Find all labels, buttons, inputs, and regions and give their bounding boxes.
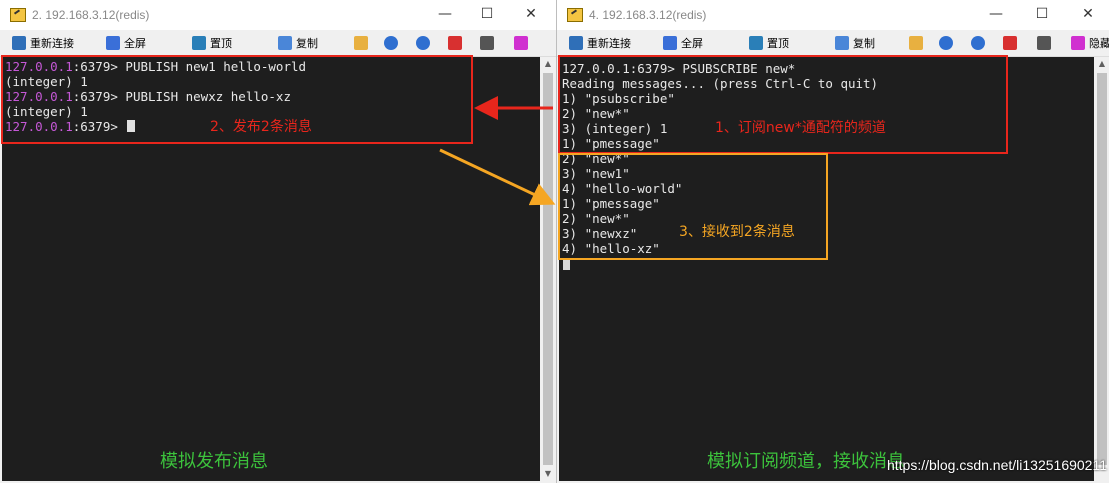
zoom-in-icon	[384, 36, 398, 50]
scrollbar[interactable]: ▲	[1095, 57, 1109, 481]
annotation-subscribe: 1、订阅new*通配符的频道	[715, 120, 886, 136]
print-button[interactable]	[1037, 34, 1051, 52]
caption-publish: 模拟发布消息	[160, 451, 268, 472]
save-button[interactable]	[1003, 34, 1017, 52]
lightning-icon	[514, 36, 528, 50]
scroll-thumb[interactable]	[1097, 73, 1107, 465]
right-terminal-window: 4. 192.168.3.12(redis) — ☐ ✕ 重新连接 全屏 置顶 …	[557, 0, 1109, 483]
left-terminal-window: 2. 192.168.3.12(redis) — ☐ ✕ 重新连接 全屏 置顶 …	[0, 0, 557, 483]
scrollbar[interactable]: ▲ ▼	[541, 57, 555, 481]
copy-button[interactable]: 复制	[835, 34, 875, 52]
maximize-button[interactable]: ☐	[1031, 4, 1053, 24]
edit-icon	[909, 36, 923, 50]
save-button[interactable]	[448, 34, 462, 52]
reconnect-icon	[569, 36, 583, 50]
edit-icon	[354, 36, 368, 50]
zoom-in-button[interactable]	[939, 34, 953, 52]
scroll-thumb[interactable]	[543, 73, 553, 465]
scroll-up-icon[interactable]: ▲	[541, 57, 555, 71]
watermark: https://blog.csdn.net/li13251690211	[886, 457, 1107, 473]
print-button[interactable]	[480, 34, 494, 52]
minimize-button[interactable]: —	[985, 4, 1007, 24]
fullscreen-button[interactable]: 全屏	[106, 34, 146, 52]
edit-icon-button[interactable]	[909, 34, 923, 52]
reconnect-button[interactable]: 重新连接	[569, 34, 631, 52]
fullscreen-icon	[663, 36, 677, 50]
zoom-in-button[interactable]	[384, 34, 398, 52]
copy-icon	[278, 36, 292, 50]
annotation-received: 3、接收到2条消息	[679, 224, 795, 240]
zoom-out-icon	[416, 36, 430, 50]
save-icon	[448, 36, 462, 50]
scroll-up-icon[interactable]: ▲	[1095, 57, 1109, 71]
reconnect-icon	[12, 36, 26, 50]
print-icon	[480, 36, 494, 50]
pin-top-button[interactable]: 置顶	[192, 34, 232, 52]
app-icon	[10, 8, 26, 22]
save-icon	[1003, 36, 1017, 50]
reconnect-button[interactable]: 重新连接	[12, 34, 74, 52]
received-highlight-box	[558, 153, 828, 260]
copy-button[interactable]: 复制	[278, 34, 318, 52]
zoom-in-icon	[939, 36, 953, 50]
toolbar: 重新连接 全屏 置顶 复制	[0, 30, 556, 57]
left-title-bar[interactable]: 2. 192.168.3.12(redis) — ☐ ✕	[0, 0, 556, 30]
minimize-button[interactable]: —	[434, 4, 456, 24]
edit-icon-button[interactable]	[354, 34, 368, 52]
pin-icon	[749, 36, 763, 50]
pin-icon	[192, 36, 206, 50]
close-button[interactable]: ✕	[1077, 4, 1099, 24]
subscribe-highlight-box	[558, 55, 1008, 154]
plugin-button[interactable]	[514, 34, 528, 52]
maximize-button[interactable]: ☐	[476, 4, 498, 24]
scroll-down-icon[interactable]: ▼	[541, 467, 555, 481]
window-title: 2. 192.168.3.12(redis)	[32, 8, 150, 22]
hide-button[interactable]: 隐藏	[1071, 34, 1109, 52]
caption-subscribe: 模拟订阅频道，接收消息	[707, 451, 905, 472]
copy-icon	[835, 36, 849, 50]
window-title: 4. 192.168.3.12(redis)	[589, 8, 707, 22]
zoom-out-button[interactable]	[971, 34, 985, 52]
lightning-icon	[1071, 36, 1085, 50]
print-icon	[1037, 36, 1051, 50]
annotation-publish: 2、发布2条消息	[210, 119, 312, 135]
right-title-bar[interactable]: 4. 192.168.3.12(redis) — ☐ ✕	[557, 0, 1109, 30]
zoom-out-icon	[971, 36, 985, 50]
toolbar: 重新连接 全屏 置顶 复制 隐藏	[557, 30, 1109, 57]
app-icon	[567, 8, 583, 22]
pin-top-button[interactable]: 置顶	[749, 34, 789, 52]
close-button[interactable]: ✕	[520, 4, 542, 24]
fullscreen-button[interactable]: 全屏	[663, 34, 703, 52]
zoom-out-button[interactable]	[416, 34, 430, 52]
fullscreen-icon	[106, 36, 120, 50]
